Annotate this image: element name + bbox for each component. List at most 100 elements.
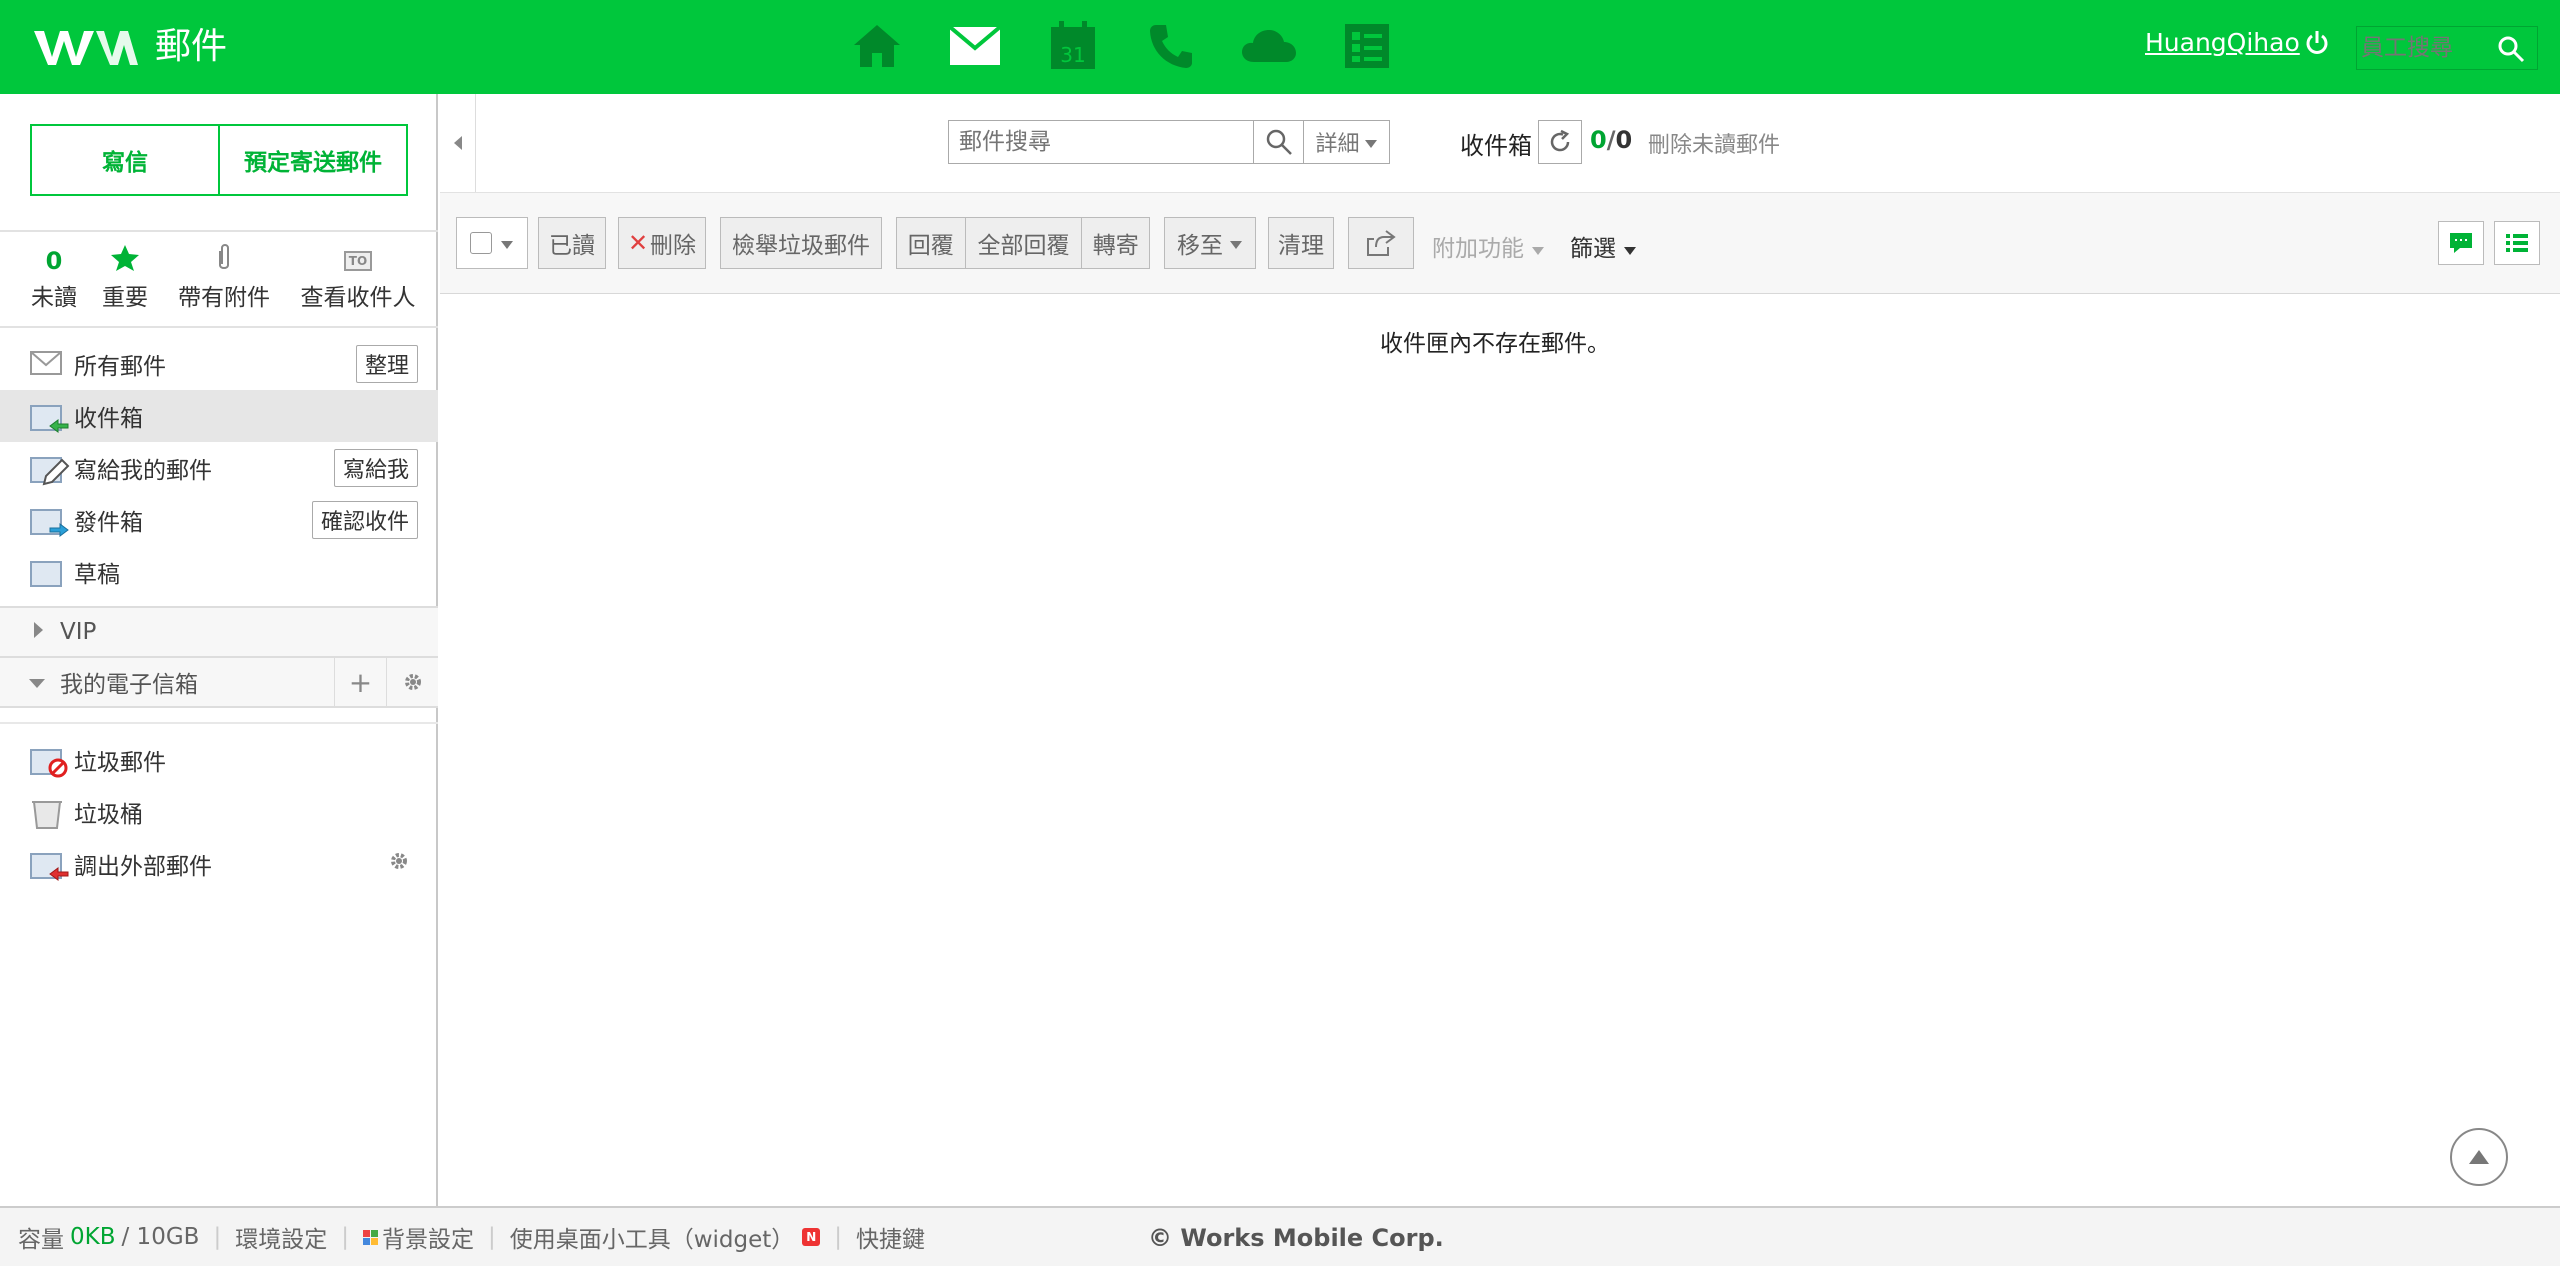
storage-capacity: 容量 0KB / 10GB (18, 1220, 199, 1254)
folder-sent[interactable]: 發件箱 確認收件 (0, 494, 438, 546)
extra-features-label: 附加功能 (1432, 236, 1524, 262)
user-name-link[interactable]: HuangQihao (2145, 28, 2300, 57)
inbox-folder-icon (30, 400, 70, 440)
folder-spam[interactable]: 垃圾郵件 (0, 734, 438, 786)
caret-right-icon (32, 619, 44, 645)
phone-icon[interactable] (1122, 16, 1220, 76)
refresh-icon[interactable] (1538, 120, 1582, 164)
sent-folder-icon (30, 504, 70, 544)
confirm-receipt-button[interactable]: 確認收件 (311, 501, 418, 539)
move-to-dropdown[interactable]: 移至 (1164, 217, 1256, 269)
detail-search-dropdown[interactable]: 詳細 (1304, 120, 1390, 164)
bg-settings-label: 背景設定 (381, 1227, 474, 1253)
folder-external[interactable]: 調出外部郵件 (0, 838, 438, 890)
delete-unread-link[interactable]: 刪除未讀郵件 (1648, 127, 1780, 159)
home-icon[interactable] (828, 16, 926, 76)
folder-trash[interactable]: 垃圾桶 (0, 786, 438, 838)
mail-search-input[interactable] (949, 121, 1253, 163)
employee-search (2356, 26, 2538, 70)
caret-down-icon (28, 669, 46, 695)
clean-button[interactable]: 清理 (1268, 217, 1334, 269)
mail-list-header: 詳細 收件箱 0/0 刪除未讀郵件 (440, 94, 2560, 192)
extra-features-dropdown[interactable]: 附加功能 (1432, 229, 1545, 263)
filter-dropdown[interactable]: 篩選 (1570, 229, 1637, 263)
gear-icon[interactable] (386, 658, 438, 706)
folder-label: 垃圾郵件 (74, 750, 166, 776)
sidebar-collapse-handle[interactable] (440, 94, 476, 192)
widget-label: 使用桌面小工具（widget） (509, 1227, 795, 1253)
organize-button[interactable]: 整理 (355, 345, 418, 383)
chevron-down-icon (500, 230, 514, 256)
env-settings-link[interactable]: 環境設定 (235, 1220, 327, 1254)
divider (0, 326, 438, 328)
board-icon[interactable] (1318, 16, 1416, 76)
scroll-to-top-icon[interactable] (2450, 1128, 2508, 1186)
quick-recipients[interactable]: TO 查看收件人 (296, 244, 420, 312)
widget-link[interactable]: 使用桌面小工具（widget） N (510, 1220, 821, 1254)
conversation-view-icon[interactable] (2438, 221, 2484, 265)
search-icon[interactable] (2497, 35, 2525, 67)
vip-section[interactable]: VIP (0, 608, 438, 656)
empty-inbox-message: 收件匣內不存在郵件。 (1380, 331, 1610, 357)
write-to-me-button[interactable]: 寫給我 (333, 449, 418, 487)
quick-attachment[interactable]: 帶有附件 (174, 244, 274, 312)
envelope-icon (30, 348, 62, 384)
employee-search-input[interactable] (2357, 27, 2487, 69)
calendar-icon[interactable]: 31 (1024, 16, 1122, 76)
logout-power-icon[interactable] (2304, 30, 2330, 60)
list-view-icon[interactable] (2494, 221, 2540, 265)
folder-label: 發件箱 (74, 510, 143, 536)
folder-drafts[interactable]: 草稿 (0, 546, 438, 598)
compose-group: 寫信 預定寄送郵件 (30, 124, 408, 196)
quick-filters: 0 未讀 重要 帶有附件 TO 查看收件人 (0, 244, 438, 314)
capacity-label: 容量 (18, 1227, 64, 1253)
mail-search (948, 120, 1304, 164)
footer: 容量 0KB / 10GB | 環境設定 | 背景設定 | 使用桌面小工具（wi… (0, 1206, 2560, 1266)
folder-inbox[interactable]: 收件箱 (0, 390, 438, 442)
folder-to-me[interactable]: 寫給我的郵件 寫給我 (0, 442, 438, 494)
reply-group: 回覆 全部回覆 轉寄 (896, 217, 1150, 269)
capacity-total: / 10GB (121, 1224, 200, 1250)
gear-icon[interactable] (388, 850, 410, 878)
caret-left-icon (453, 136, 462, 150)
folder-icon (30, 556, 70, 596)
scheduled-mail-button[interactable]: 預定寄送郵件 (218, 126, 406, 194)
quick-important[interactable]: 重要 (98, 244, 152, 312)
my-mailbox-section[interactable]: 我的電子信箱 + (0, 658, 438, 706)
search-icon[interactable] (1253, 121, 1303, 163)
star-icon (110, 244, 140, 278)
filter-label: 篩選 (1570, 236, 1616, 262)
folder-label: 收件箱 (74, 406, 143, 432)
my-mailbox-label: 我的電子信箱 (60, 672, 198, 698)
trash-icon (30, 796, 64, 836)
inbox-total-count: 0 (1615, 126, 1633, 154)
cloud-icon[interactable] (1220, 16, 1318, 76)
delete-button[interactable]: ✕ 刪除 (618, 217, 706, 269)
close-icon: ✕ (627, 229, 649, 257)
share-export-icon[interactable] (1348, 217, 1414, 269)
copyright: © Works Mobile Corp. (1148, 1224, 1444, 1252)
quick-unread[interactable]: 0 未讀 (28, 244, 80, 312)
bg-settings-link[interactable]: 背景設定 (362, 1220, 474, 1254)
compose-button[interactable]: 寫信 (32, 126, 218, 194)
add-folder-plus-icon[interactable]: + (334, 658, 386, 706)
external-mail-folder-icon (30, 848, 70, 888)
app-title: 郵件 (155, 26, 228, 67)
select-all-checkbox-dropdown[interactable] (456, 217, 528, 269)
mail-icon[interactable] (926, 16, 1024, 76)
reply-button[interactable]: 回覆 (897, 218, 965, 268)
report-spam-button[interactable]: 檢舉垃圾郵件 (720, 217, 882, 269)
forward-button[interactable]: 轉寄 (1081, 218, 1149, 268)
mail-toolbar: 已讀 ✕ 刪除 檢舉垃圾郵件 回覆 全部回覆 轉寄 移至 清理 附加功能 篩選 (440, 192, 2560, 294)
folder-all-mail[interactable]: 所有郵件 整理 (0, 338, 438, 390)
new-badge: N (802, 1228, 821, 1246)
unread-total-counts: 0/0 (1590, 126, 1633, 154)
folder-label: 草稿 (74, 562, 120, 588)
divider (0, 722, 438, 724)
shortcuts-link[interactable]: 快捷鍵 (856, 1220, 925, 1254)
mark-read-button[interactable]: 已讀 (538, 217, 606, 269)
inbox-unread-count: 0 (1590, 126, 1607, 154)
works-logo[interactable] (34, 24, 144, 70)
folder-label: 所有郵件 (74, 354, 166, 380)
reply-all-button[interactable]: 全部回覆 (964, 218, 1082, 268)
